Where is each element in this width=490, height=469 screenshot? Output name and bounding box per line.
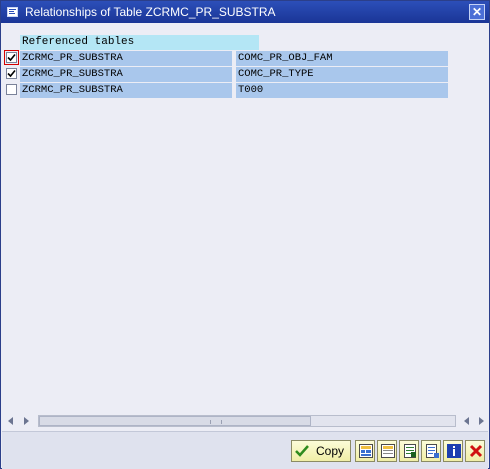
scroll-right-arrow-icon[interactable] [479,417,484,425]
print-icon [426,444,439,458]
cancel-icon [469,444,483,458]
checkmark-icon [7,69,16,78]
deselect-all-button[interactable] [377,440,397,462]
checkmark-icon [295,444,309,458]
window-title: Relationships of Table ZCRMC_PR_SUBSTRA [25,5,276,19]
referenced-table-cell[interactable]: COMC_PR_TYPE [236,67,448,82]
info-icon [447,444,461,458]
close-icon: ✕ [471,5,483,19]
table-name-cell[interactable]: ZCRMC_PR_SUBSTRA [20,51,232,66]
details-icon [404,444,416,458]
table-row: ZCRMC_PR_SUBSTRA COMC_PR_OBJ_FAM [2,50,462,66]
referenced-table-cell[interactable]: COMC_PR_OBJ_FAM [236,51,448,66]
title-window-icon [7,6,19,18]
dialog-window: Relationships of Table ZCRMC_PR_SUBSTRA … [0,0,490,469]
column-header-referenced-tables: Referenced tables [20,35,259,50]
row-checkbox[interactable] [6,68,17,79]
content-area: Referenced tables ZCRMC_PR_SUBSTRA COMC_… [2,23,488,408]
grip-icon [210,420,222,424]
row-checkbox[interactable] [6,84,17,95]
select-all-icon [359,444,373,458]
select-all-button[interactable] [355,440,375,462]
scroll-thumb[interactable] [39,416,311,426]
title-bar[interactable]: Relationships of Table ZCRMC_PR_SUBSTRA … [1,1,489,23]
horizontal-scrollbar[interactable] [2,413,488,429]
close-button[interactable]: ✕ [469,4,485,20]
copy-button[interactable]: Copy [291,440,351,462]
cancel-button[interactable] [465,440,485,462]
button-bar: Copy [2,431,488,469]
copy-label: Copy [316,444,345,458]
table-row: ZCRMC_PR_SUBSTRA T000 [2,83,462,98]
table-name-cell[interactable]: ZCRMC_PR_SUBSTRA [20,67,232,82]
scroll-right-arrow-icon[interactable] [24,417,29,425]
info-button[interactable] [443,440,463,462]
deselect-all-icon [381,444,395,458]
checkmark-icon [7,53,16,62]
table-row: ZCRMC_PR_SUBSTRA COMC_PR_TYPE [2,67,462,82]
referenced-table-cell[interactable]: T000 [236,83,448,98]
scroll-left-arrow-icon[interactable] [8,417,13,425]
row-checkbox[interactable] [4,50,19,65]
print-button[interactable] [421,440,441,462]
scroll-left-arrow-icon[interactable] [464,417,469,425]
details-button[interactable] [399,440,419,462]
table-name-cell[interactable]: ZCRMC_PR_SUBSTRA [20,83,232,98]
